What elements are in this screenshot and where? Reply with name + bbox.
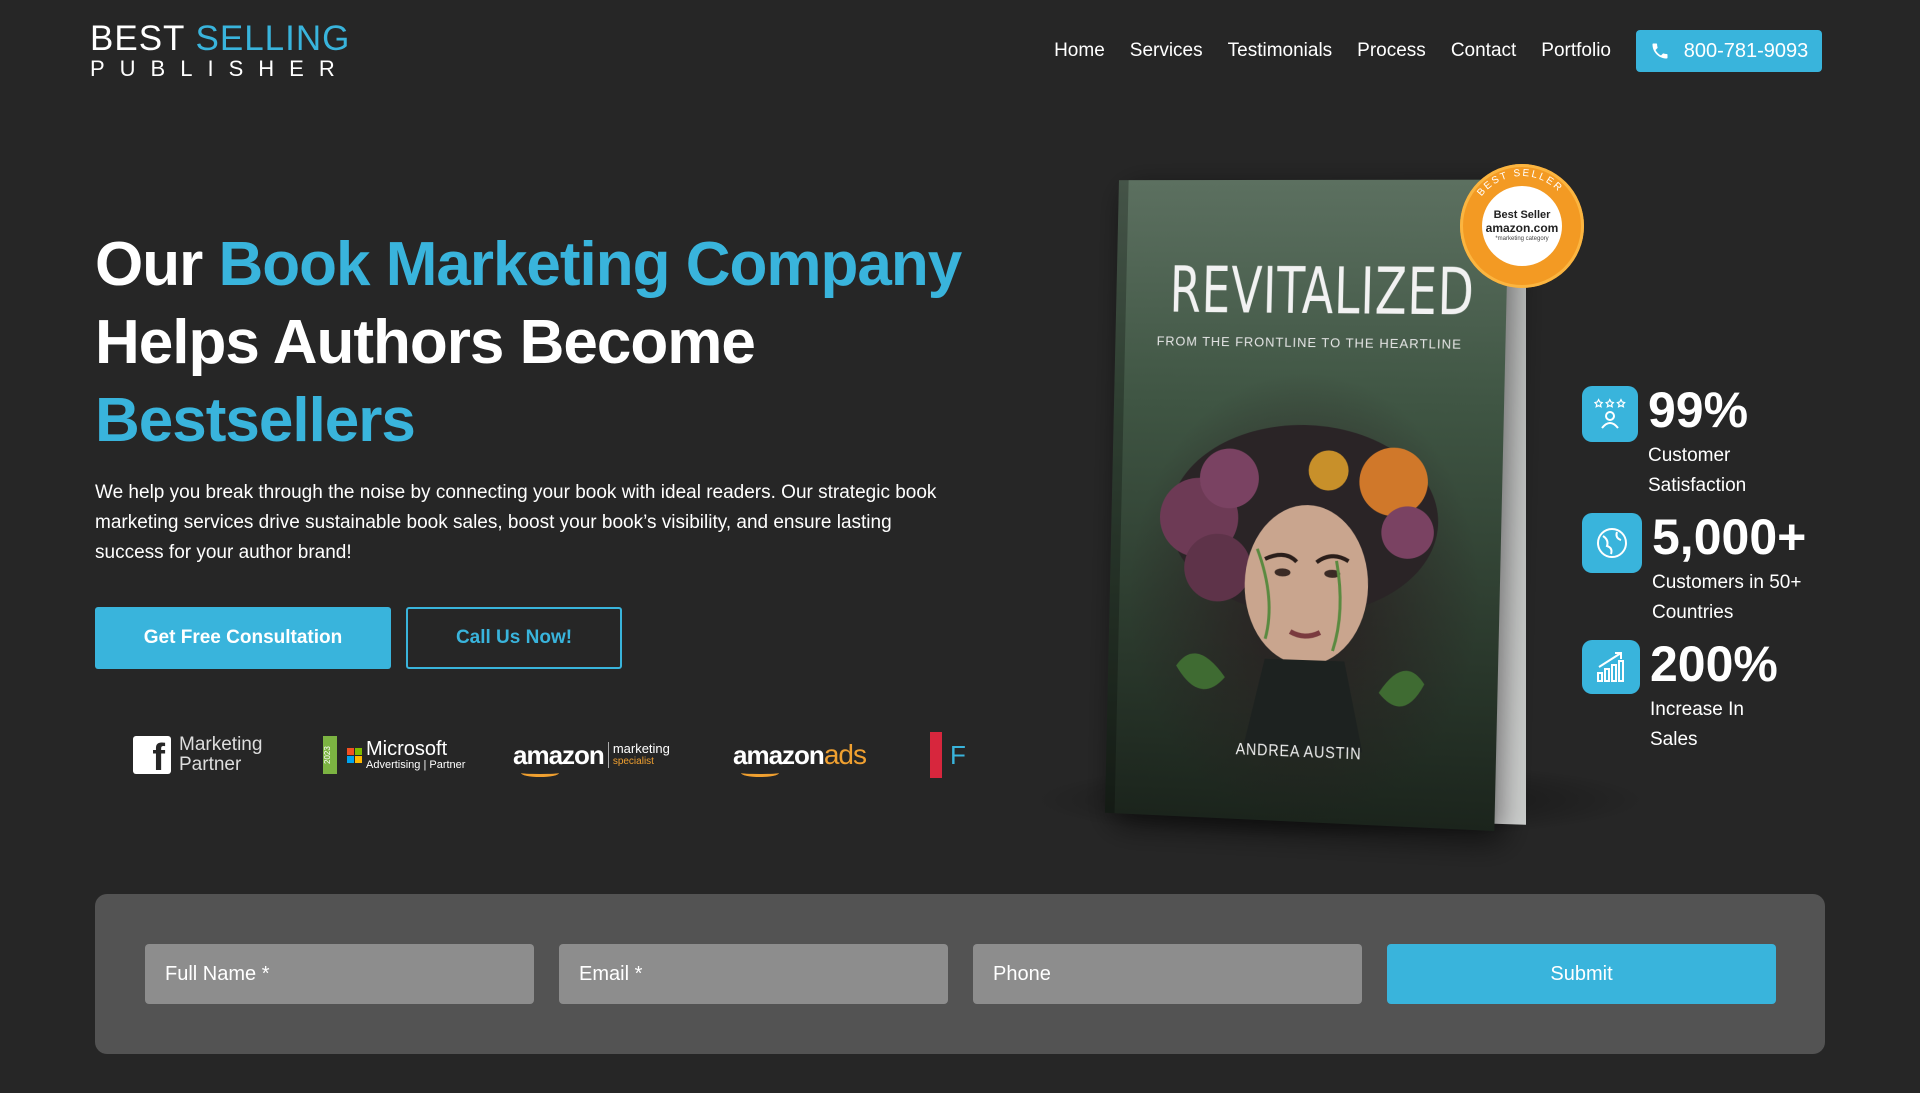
headline-accent: Book Marketing Company	[218, 230, 962, 299]
hero-description: We help you break through the noise by c…	[95, 482, 937, 563]
microsoft-name: Microsoft	[366, 738, 448, 760]
logo-word-publisher: PUBLISHER	[90, 56, 350, 81]
phone-button[interactable]: 800-781-9093	[1636, 30, 1822, 72]
microsoft-advertising-partner-logo: 2023 Microsoft Advertising | Partner	[323, 725, 465, 785]
premier-partner-logo: F	[930, 725, 965, 785]
facebook-icon: f	[133, 736, 171, 777]
free-consultation-button[interactable]: Get Free Consultation	[95, 607, 391, 669]
premier-badge	[930, 732, 942, 778]
nav-process[interactable]: Process	[1357, 40, 1426, 62]
microsoft-sub: Advertising | Partner	[366, 759, 466, 771]
nav-portfolio[interactable]: Portfolio	[1541, 40, 1611, 62]
partner-logos: f Marketing Partner 2023 Microsoft Advert…	[95, 725, 965, 785]
landing-page: BEST SELLING PUBLISHER Home Services Tes…	[0, 0, 1920, 1093]
submit-button[interactable]: Submit	[1387, 944, 1776, 1004]
microsoft-icon	[347, 747, 362, 763]
phone-input[interactable]	[973, 944, 1362, 1004]
logo-word-selling: SELLING	[195, 19, 351, 58]
fb-partner-line1: Marketing	[179, 734, 263, 755]
logo-line1: BEST SELLING	[90, 20, 350, 58]
phone-number: 800-781-9093	[1683, 39, 1809, 62]
facebook-marketing-partner-logo: f Marketing Partner	[133, 725, 262, 785]
main-nav: Home Services Testimonials Process Conta…	[1029, 30, 1822, 72]
growth-chart-icon	[1582, 640, 1640, 694]
book-cover-image: REVITALIZED FROM THE FRONTLINE TO THE HE…	[1104, 179, 1510, 832]
call-us-button[interactable]: Call Us Now!	[406, 607, 622, 669]
nav-testimonials[interactable]: Testimonials	[1228, 40, 1333, 62]
book-subtitle: FROM THE FRONTLINE TO THE HEARTLINE	[1156, 333, 1463, 352]
book-title: REVITALIZED	[1168, 254, 1476, 331]
nav-services[interactable]: Services	[1130, 40, 1203, 62]
hero-headline: Our Book Marketing Company Helps Authors…	[95, 226, 995, 460]
amazon-wordmark: amazon	[513, 740, 605, 777]
stat-customers-value: 5,000+	[1652, 509, 1807, 565]
partial-logo-mark: F	[950, 739, 965, 770]
award-icon	[1582, 386, 1638, 442]
stat-sales-value: 200%	[1650, 636, 1778, 692]
microsoft-partner-year: 2023	[323, 736, 337, 774]
nav-home[interactable]: Home	[1054, 40, 1105, 62]
stat-sales-label: Increase In Sales	[1650, 699, 1744, 750]
headline-line3: Bestsellers	[95, 386, 416, 455]
amazon-specialist-label: specialist	[612, 756, 654, 767]
lead-form: Submit	[95, 894, 1825, 1054]
amazon-marketing-label: marketing	[612, 741, 670, 756]
amazon-ads-wordmark: amazonads	[733, 739, 867, 777]
stat-satisfaction-label: Customer Satisfaction	[1648, 445, 1747, 496]
globe-icon	[1582, 513, 1642, 573]
stat-satisfaction-value: 99%	[1648, 382, 1749, 438]
seal-ring: BEST SELLER	[1475, 168, 1565, 199]
phone-icon	[1652, 43, 1668, 59]
book-portrait-illustration	[1159, 422, 1441, 753]
svg-text:BEST SELLER: BEST SELLER	[1475, 168, 1565, 199]
nav-contact[interactable]: Contact	[1451, 40, 1516, 62]
email-input[interactable]	[559, 944, 948, 1004]
amazon-best-seller-seal: BEST SELLER Best Seller amazon.com *mark…	[1460, 164, 1584, 288]
fb-partner-line2: Partner	[179, 754, 242, 775]
headline-our: Our	[95, 230, 203, 299]
brand-logo[interactable]: BEST SELLING PUBLISHER	[90, 20, 350, 80]
full-name-input[interactable]	[145, 944, 534, 1004]
logo-word-best: BEST	[90, 19, 185, 58]
amazon-ads-logo: amazonads	[733, 725, 867, 785]
amazon-marketing-specialist-logo: amazon marketing specialist	[513, 725, 670, 785]
headline-line1: Our Book Marketing Company	[95, 226, 995, 304]
headline-line2: Helps Authors Become	[95, 308, 756, 377]
stat-customers-label: Customers in 50+ Countries	[1652, 572, 1802, 623]
